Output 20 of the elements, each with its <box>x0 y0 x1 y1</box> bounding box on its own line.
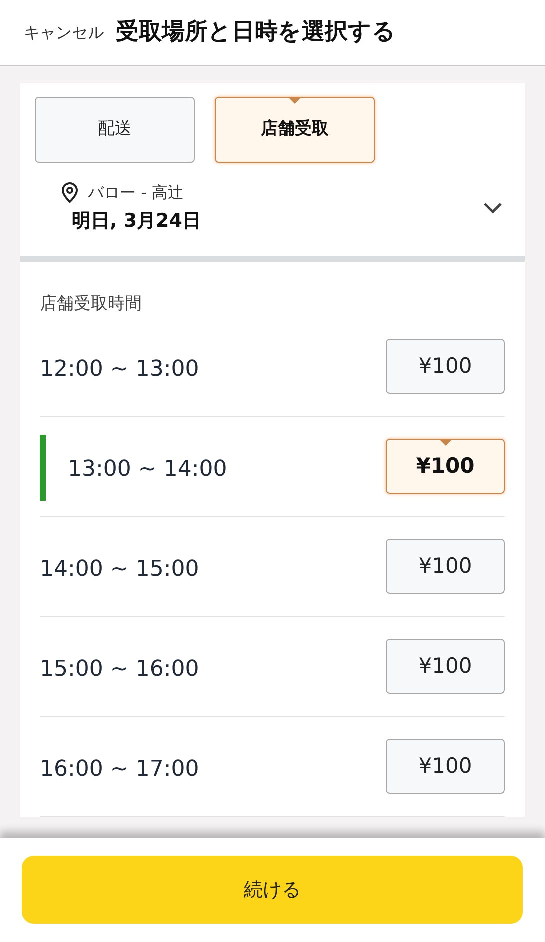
pickup-date: 明日, 3月24日 <box>71 209 202 234</box>
price-button[interactable]: ¥100 <box>386 439 505 494</box>
chevron-down-icon[interactable] <box>483 202 503 214</box>
time-slot[interactable]: 15:00 ~ 16:00 <box>40 653 200 686</box>
time-slot[interactable]: 16:00 ~ 17:00 <box>40 753 200 786</box>
time-slot[interactable]: 12:00 ~ 13:00 <box>40 353 200 386</box>
time-slot[interactable]: 14:00 ~ 15:00 <box>40 553 200 586</box>
price-button[interactable]: ¥100 <box>386 639 505 694</box>
delivery-tab[interactable]: 配送 <box>35 97 195 163</box>
page-title: 受取場所と日時を選択する <box>116 18 396 48</box>
store-name: バロー - 高辻 <box>88 182 184 204</box>
section-label: 店舗受取時間 <box>40 292 143 316</box>
price-button[interactable]: ¥100 <box>386 339 505 394</box>
price-button[interactable]: ¥100 <box>386 739 505 794</box>
price-button[interactable]: ¥100 <box>386 539 505 594</box>
continue-button[interactable]: 続ける <box>22 856 523 924</box>
delivery-tab[interactable]: 店舗受取 <box>215 97 375 163</box>
time-slot[interactable]: 13:00 ~ 14:00 <box>68 453 228 486</box>
location-pin-icon <box>60 182 80 204</box>
cancel-link[interactable]: キャンセル <box>24 20 104 44</box>
